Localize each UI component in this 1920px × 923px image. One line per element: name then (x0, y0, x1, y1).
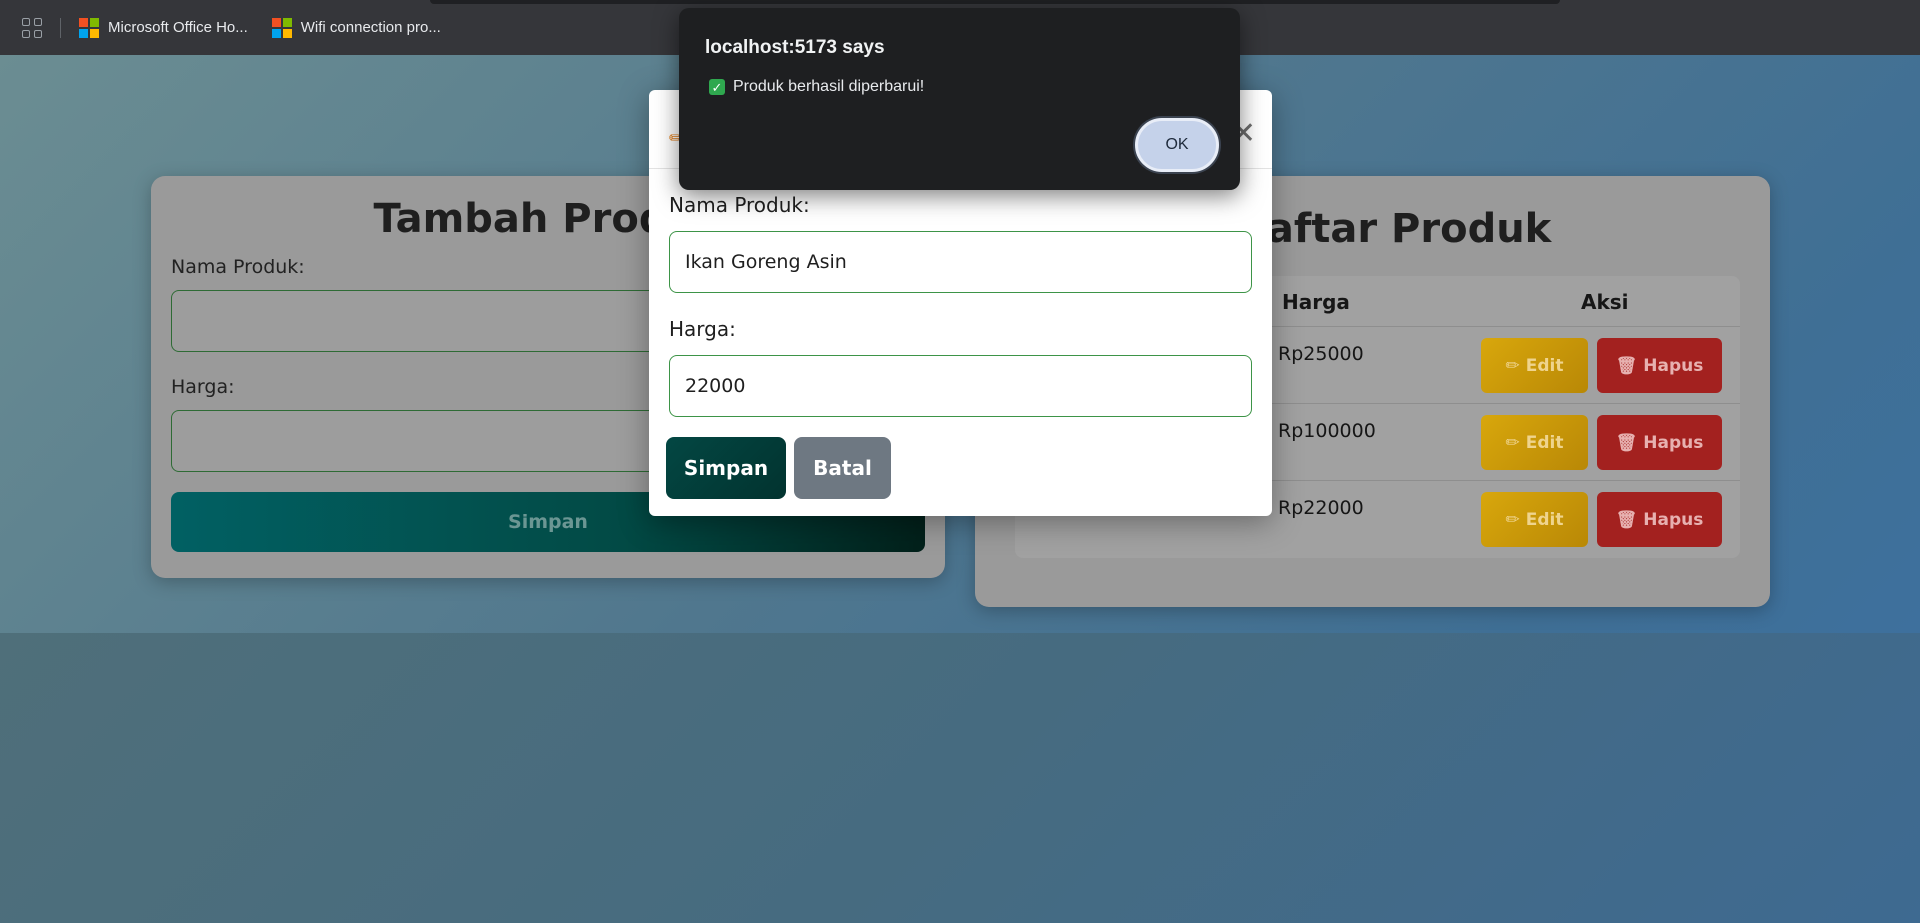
edit-label: Edit (1525, 355, 1564, 376)
edit-button[interactable]: ✏ Edit (1481, 492, 1588, 547)
alert-message-text: Produk berhasil diperbarui! (733, 78, 925, 95)
modal-cancel-button[interactable]: Batal (794, 437, 891, 499)
trash-icon: 🗑 (1615, 509, 1638, 530)
alert-ok-button[interactable]: OK (1135, 118, 1219, 172)
column-header-price: Harga (1282, 290, 1350, 314)
pencil-icon: ✏ (1505, 355, 1520, 376)
browser-alert-dialog: localhost:5173 says ✓ Produk berhasil di… (679, 8, 1240, 190)
delete-button[interactable]: 🗑 Hapus (1597, 415, 1722, 470)
edit-label: Edit (1525, 509, 1564, 530)
delete-label: Hapus (1643, 509, 1704, 530)
page-background-lower (0, 633, 1920, 923)
alert-message: ✓ Produk berhasil diperbarui! (709, 78, 924, 96)
modal-actions: Simpan Batal (666, 437, 1272, 499)
apps-grid-icon[interactable] (22, 17, 42, 38)
modal-price-input[interactable]: 22000 (669, 355, 1252, 417)
delete-button[interactable]: 🗑 Hapus (1597, 338, 1722, 393)
tab-strip-edge (430, 0, 1560, 4)
pencil-icon: ✏ (1505, 432, 1520, 453)
trash-icon: 🗑 (1615, 432, 1638, 453)
delete-button[interactable]: 🗑 Hapus (1597, 492, 1722, 547)
delete-label: Hapus (1643, 355, 1704, 376)
column-header-actions: Aksi (1581, 290, 1629, 314)
microsoft-logo-icon (79, 17, 99, 38)
modal-save-button[interactable]: Simpan (666, 437, 786, 499)
bookmark-microsoft-office[interactable]: Microsoft Office Ho... (79, 17, 248, 38)
checkmark-icon: ✓ (709, 79, 725, 95)
bookmark-label: Wifi connection pro... (300, 19, 441, 36)
delete-label: Hapus (1643, 432, 1704, 453)
modal-price-label: Harga: (669, 317, 736, 341)
bookmark-wifi-connection[interactable]: Wifi connection pro... (271, 17, 441, 38)
edit-label: Edit (1525, 432, 1564, 453)
alert-title: localhost:5173 says (705, 37, 885, 58)
row-price: Rp22000 (1278, 497, 1364, 519)
row-price: Rp100000 (1278, 420, 1376, 442)
edit-button[interactable]: ✏ Edit (1481, 415, 1588, 470)
modal-name-label: Nama Produk: (669, 193, 810, 217)
pencil-icon: ✏ (1505, 509, 1520, 530)
bookmarks-divider (60, 17, 61, 38)
row-price: Rp25000 (1278, 343, 1364, 365)
modal-name-input[interactable]: Ikan Goreng Asin (669, 231, 1252, 293)
edit-button[interactable]: ✏ Edit (1481, 338, 1588, 393)
trash-icon: 🗑 (1615, 355, 1638, 376)
bookmark-label: Microsoft Office Ho... (108, 19, 248, 36)
microsoft-logo-icon (271, 17, 292, 38)
